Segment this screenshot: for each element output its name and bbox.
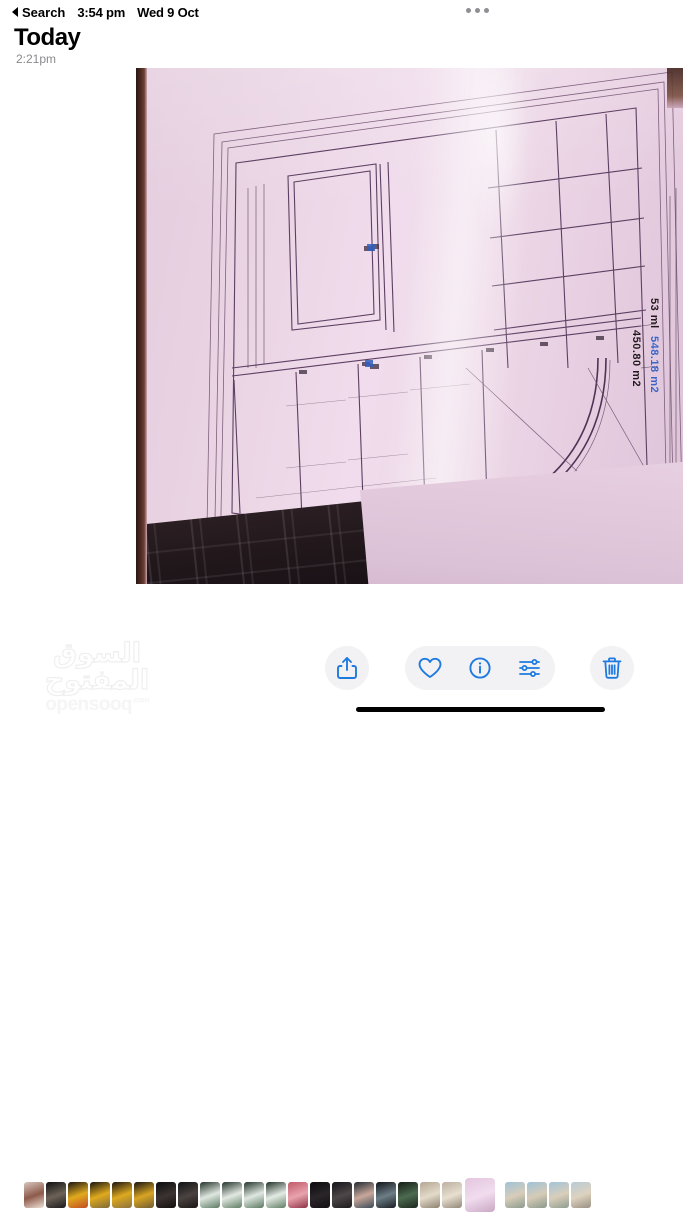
annotation-548-18-m2: 548.18 m2 — [648, 336, 660, 394]
thumb-12[interactable] — [266, 1182, 286, 1208]
back-to-search-button[interactable]: Search — [12, 5, 65, 20]
share-upload-icon — [337, 657, 357, 679]
thumb-9[interactable] — [200, 1182, 220, 1208]
thumb-20[interactable] — [442, 1182, 462, 1208]
photo-top-right-edge — [667, 68, 683, 108]
thumb-1[interactable] — [24, 1182, 44, 1208]
thumbnail-image — [156, 1182, 176, 1208]
watermark-arabic: السوق المفتوح — [44, 638, 150, 696]
thumbnail-image — [354, 1182, 374, 1208]
photo-left-edge — [136, 68, 147, 584]
thumbnail-image — [420, 1182, 440, 1208]
page-title: Today — [14, 24, 81, 51]
watermark-suffix: .com — [132, 695, 149, 705]
sliders-icon — [519, 659, 540, 677]
thumbnail-image — [332, 1182, 352, 1208]
thumb-15[interactable] — [332, 1182, 352, 1208]
opensooq-watermark: السوق المفتوح opensooq.com — [12, 639, 182, 715]
thumbnail-image — [24, 1182, 44, 1208]
thumb-2[interactable] — [46, 1182, 66, 1208]
thumbnail-image — [46, 1182, 66, 1208]
triangle-left-icon — [12, 7, 18, 17]
trash-icon — [602, 657, 622, 679]
thumb-17[interactable] — [376, 1182, 396, 1208]
thumbnail-image — [112, 1182, 132, 1208]
watermark-latin-text: opensooq — [45, 694, 133, 715]
thumb-3[interactable] — [68, 1182, 88, 1208]
thumb-6[interactable] — [134, 1182, 154, 1208]
dot-1 — [466, 8, 471, 13]
thumbnail-image — [288, 1182, 308, 1208]
thumbnail-image — [442, 1182, 462, 1208]
thumb-24[interactable] — [549, 1182, 569, 1208]
thumb-5[interactable] — [112, 1182, 132, 1208]
status-bar: Search 3:54 pm Wed 9 Oct — [0, 0, 683, 24]
thumbnail-image — [222, 1182, 242, 1208]
thumb-19[interactable] — [420, 1182, 440, 1208]
thumb-14[interactable] — [310, 1182, 330, 1208]
photo-timestamp: 2:21pm — [16, 52, 57, 66]
annotation-53ml: 53 ml — [648, 298, 660, 329]
share-button[interactable] — [325, 646, 369, 690]
thumbnail-image — [134, 1182, 154, 1208]
thumbnail-image — [68, 1182, 88, 1208]
thumbnail-image — [376, 1182, 396, 1208]
heart-icon — [418, 657, 442, 678]
thumbnail-image — [310, 1182, 330, 1208]
thumb-16[interactable] — [354, 1182, 374, 1208]
thumbnail-image — [90, 1182, 110, 1208]
photo-glare-spot — [464, 68, 530, 244]
more-dots-icon[interactable] — [466, 8, 489, 13]
dot-2 — [475, 8, 480, 13]
info-button[interactable] — [460, 648, 500, 688]
watermark-latin: opensooq.com — [12, 694, 182, 717]
status-date: Wed 9 Oct — [137, 4, 199, 20]
back-label: Search — [22, 4, 66, 20]
thumb-10[interactable] — [222, 1182, 242, 1208]
favorite-button[interactable] — [410, 648, 450, 688]
thumbnail-image — [505, 1182, 525, 1208]
thumb-11[interactable] — [244, 1182, 264, 1208]
thumb-7[interactable] — [156, 1182, 176, 1208]
thumbnail-image — [571, 1182, 591, 1208]
thumb-25[interactable] — [571, 1182, 591, 1208]
thumbnail-image — [178, 1182, 198, 1208]
thumbnail-image — [465, 1178, 495, 1212]
thumbnail-image — [200, 1182, 220, 1208]
status-time: 3:54 pm — [77, 4, 126, 20]
thumb-21-selected[interactable] — [465, 1178, 495, 1212]
delete-button[interactable] — [590, 646, 634, 690]
blueprint-photo[interactable]: 53 ml 450.80 m2 548.18 m2 — [136, 68, 683, 584]
thumbnail-image — [244, 1182, 264, 1208]
photo-actions-pill — [405, 646, 555, 690]
thumbnail-filmstrip[interactable] — [0, 588, 683, 1212]
photo-content: 53 ml 450.80 m2 548.18 m2 — [136, 68, 683, 584]
thumbnail-image — [527, 1182, 547, 1208]
thumb-18[interactable] — [398, 1182, 418, 1208]
thumb-4[interactable] — [90, 1182, 110, 1208]
thumb-23[interactable] — [527, 1182, 547, 1208]
dot-3 — [484, 8, 489, 13]
annotation-450-80-m2: 450.80 m2 — [630, 330, 642, 388]
thumbnail-image — [266, 1182, 286, 1208]
thumb-22[interactable] — [505, 1182, 525, 1208]
thumb-8[interactable] — [178, 1182, 198, 1208]
adjust-button[interactable] — [510, 648, 550, 688]
thumbnail-image — [398, 1182, 418, 1208]
thumb-13[interactable] — [288, 1182, 308, 1208]
info-circle-icon — [469, 657, 491, 679]
thumbnail-image — [549, 1182, 569, 1208]
home-indicator[interactable] — [356, 707, 605, 712]
